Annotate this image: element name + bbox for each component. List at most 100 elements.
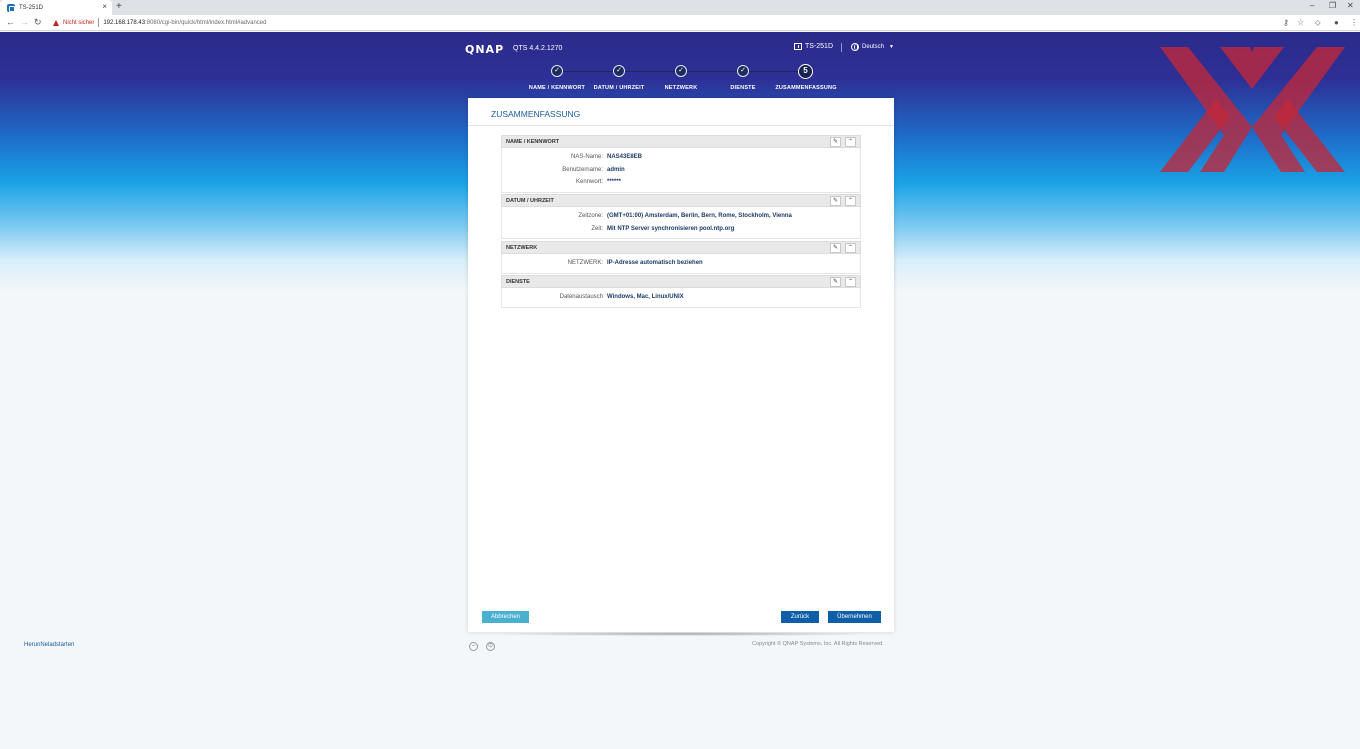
qnap-logo: QNAP <box>465 43 505 56</box>
divider <box>468 125 894 126</box>
browser-tab[interactable]: TS-251D × <box>0 0 112 15</box>
section-title: NETZWERK <box>506 244 538 251</box>
step-2-check-icon: ✓ <box>613 65 625 77</box>
summary-row: NAS-Name: NAS43E8EB <box>502 151 860 164</box>
qts-version: QTS 4.4.2.1270 <box>513 45 563 52</box>
section-header: DIENSTE ✎ ⌃ <box>501 275 861 288</box>
row-value: Mit NTP Server synchronisieren pool.ntp.… <box>607 225 735 232</box>
section-body: Datenaustausch Windows, Mac, Linux/UNIX <box>501 288 861 308</box>
help-circle-icon[interactable]: – <box>469 642 478 651</box>
divider <box>98 18 100 27</box>
panel-shadow <box>486 632 878 636</box>
back-icon[interactable]: ← <box>6 17 15 27</box>
browser-tab-bar: TS-251D × + – ❐ ✕ <box>0 0 1360 15</box>
summary-row: Zeitzone: (GMT+01:00) Amsterdam, Berlin,… <box>502 210 860 223</box>
row-label: Zeitzone: <box>578 213 603 220</box>
reload-icon[interactable]: ↻ <box>34 17 42 28</box>
minimize-icon[interactable]: – <box>1310 1 1314 10</box>
copyright-text: Copyright © QNAP Systems, Inc. All Right… <box>752 641 884 647</box>
model-name: TS-251D <box>805 43 834 50</box>
section-title: NAME / KENNWORT <box>506 138 560 145</box>
section-header: NETZWERK ✎ ⌃ <box>501 241 861 254</box>
edit-pencil-icon[interactable]: ✎ <box>830 137 841 147</box>
summary-row: Kennwort: ****** <box>502 176 860 189</box>
summary-panel: ZUSAMMENFASSUNG NAME / KENNWORT ✎ ⌃ NAS-… <box>468 98 894 632</box>
section-title: DIENSTE <box>506 278 530 285</box>
summary-row: Datenaustausch Windows, Mac, Linux/UNIX <box>502 291 860 304</box>
step-1-check-icon: ✓ <box>551 65 563 77</box>
page-title: ZUSAMMENFASSUNG <box>491 109 581 119</box>
step-label-network: NETZWERK <box>664 85 698 91</box>
section-name-password: NAME / KENNWORT ✎ ⌃ NAS-Name: NAS43E8EB … <box>501 135 861 193</box>
section-header: DATUM / UHRZEIT ✎ ⌃ <box>501 194 861 207</box>
url-field[interactable]: Nicht sicher 192.168.178.43 :8080/cgi-bi… <box>48 16 1278 29</box>
caret-down-icon: ▼ <box>889 44 894 50</box>
menu-icon[interactable]: ⋮ <box>1350 18 1358 27</box>
step-label-services: DIENSTE <box>730 85 756 91</box>
address-bar: ← → ↻ Nicht sicher 192.168.178.43 :8080/… <box>0 15 1360 31</box>
watermark-x-logo <box>1160 47 1345 172</box>
forward-icon[interactable]: → <box>20 17 29 27</box>
row-label: NAS-Name: <box>570 154 603 161</box>
collapse-chevron-up-icon[interactable]: ⌃ <box>845 277 856 287</box>
section-services: DIENSTE ✎ ⌃ Datenaustausch Windows, Mac,… <box>501 275 861 308</box>
section-title: DATUM / UHRZEIT <box>506 197 554 204</box>
row-value: IP-Adresse automatisch beziehen <box>607 260 703 267</box>
nas-device-icon <box>794 43 802 50</box>
model-badge: TS-251D <box>794 43 833 50</box>
warning-icon <box>53 19 59 26</box>
apply-button[interactable]: Übernehmen <box>828 611 881 623</box>
tab-title: TS-251D <box>19 4 44 11</box>
row-label: Datenaustausch <box>559 294 603 301</box>
new-tab-icon[interactable]: + <box>116 1 122 12</box>
edit-pencil-icon[interactable]: ✎ <box>830 196 841 206</box>
summary-row: NETZWERK: IP-Adresse automatisch beziehe… <box>502 257 860 270</box>
qnap-favicon-icon <box>7 3 15 12</box>
language-selector[interactable]: Deutsch ▼ <box>851 43 894 51</box>
section-network: NETZWERK ✎ ⌃ NETZWERK: IP-Adresse automa… <box>501 241 861 274</box>
cancel-button[interactable]: Abbrechen <box>482 611 529 623</box>
collapse-chevron-up-icon[interactable]: ⌃ <box>845 196 856 206</box>
step-label-name-password: NAME / KENNWORT <box>528 85 586 91</box>
key-icon[interactable]: ⚷ <box>1283 18 1289 27</box>
row-value: NAS43E8EB <box>607 154 643 161</box>
collapse-chevron-up-icon[interactable]: ⌃ <box>845 243 856 253</box>
row-label: Kennwort: <box>575 179 603 186</box>
restore-icon[interactable]: ❐ <box>1329 1 1336 10</box>
section-date-time: DATUM / UHRZEIT ✎ ⌃ Zeitzone: (GMT+01:00… <box>501 194 861 239</box>
collapse-chevron-up-icon[interactable]: ⌃ <box>845 137 856 147</box>
globe-icon <box>851 43 859 51</box>
row-label: Zeit: <box>591 225 603 232</box>
step-label-date-time: DATUM / UHRZEIT <box>593 85 645 91</box>
download-link[interactable]: HerunNeladstarten <box>24 642 74 648</box>
window-close-icon[interactable]: ✕ <box>1347 1 1354 10</box>
row-label: NETZWERK: <box>567 260 603 267</box>
summary-row: Benutzername: admin <box>502 164 860 177</box>
star-icon[interactable]: ☆ <box>1297 18 1304 27</box>
language-label: Deutsch <box>862 44 885 50</box>
edit-pencil-icon[interactable]: ✎ <box>830 277 841 287</box>
step-label-summary: ZUSAMMENFASSUNG <box>775 85 837 91</box>
section-header: NAME / KENNWORT ✎ ⌃ <box>501 135 861 148</box>
step-3-check-icon: ✓ <box>675 65 687 77</box>
security-label[interactable]: Nicht sicher <box>63 20 94 26</box>
url-host: 192.168.178.43 <box>103 19 146 26</box>
extension-icon[interactable]: ⬦ <box>1315 18 1321 28</box>
section-body: Zeitzone: (GMT+01:00) Amsterdam, Berlin,… <box>501 207 861 239</box>
row-value: Windows, Mac, Linux/UNIX <box>607 294 684 301</box>
summary-row: Zeit: Mit NTP Server synchronisieren poo… <box>502 223 860 236</box>
row-value: ****** <box>607 179 622 186</box>
close-tab-icon[interactable]: × <box>102 2 107 11</box>
back-button[interactable]: Zurück <box>781 611 819 623</box>
profile-icon[interactable]: ● <box>1334 18 1339 27</box>
settings-circle-icon[interactable]: ⊙ <box>486 642 495 651</box>
step-4-check-icon: ✓ <box>737 65 749 77</box>
url-path: :8080/cgi-bin/quick/html/index.html#adva… <box>145 19 267 26</box>
edit-pencil-icon[interactable]: ✎ <box>830 243 841 253</box>
row-value: (GMT+01:00) Amsterdam, Berlin, Bern, Rom… <box>607 213 792 220</box>
section-body: NETZWERK: IP-Adresse automatisch beziehe… <box>501 254 861 274</box>
section-body: NAS-Name: NAS43E8EB Benutzername: admin … <box>501 148 861 193</box>
step-5-current: 5 <box>798 64 813 79</box>
row-value: admin <box>607 166 625 173</box>
divider <box>841 43 842 52</box>
